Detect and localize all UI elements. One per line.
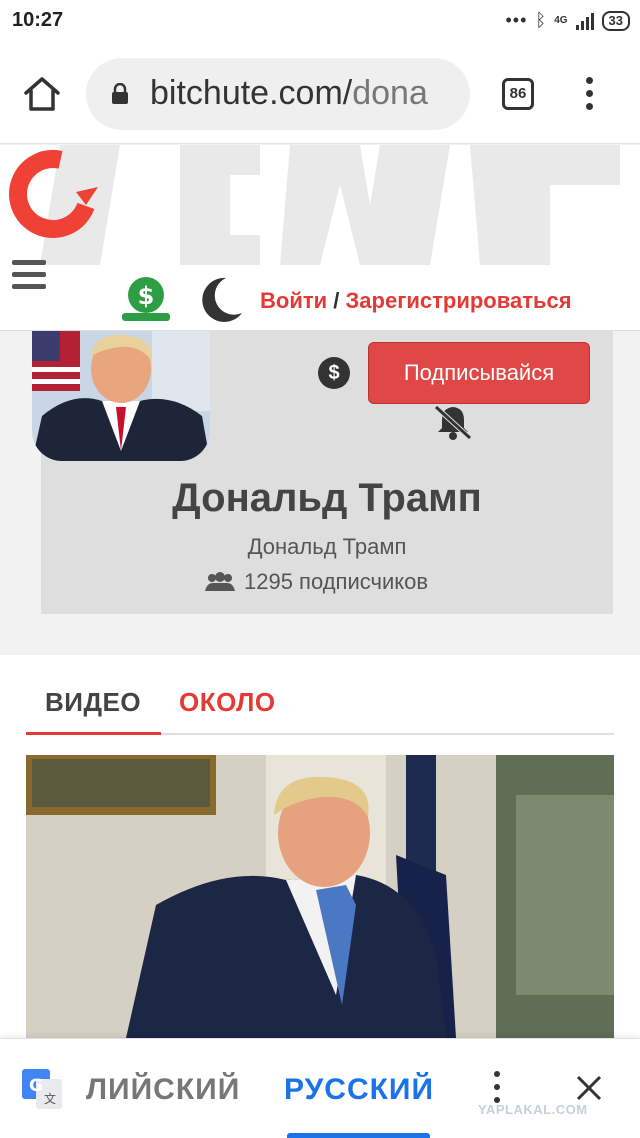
svg-text:G: G [29,1076,43,1096]
dots-icon: ••• [505,10,528,30]
dollar-icon[interactable]: $ [318,357,350,389]
more-vert-icon[interactable] [580,74,600,114]
network-type: 4G [554,15,568,26]
status-time: 10:27 [12,9,64,31]
login-link[interactable]: Войти [260,288,327,313]
video-thumbnail-image [26,755,614,1038]
status-bar: 10:27 ••• ᛒ 4G 33 [0,0,640,44]
bell-off-icon[interactable] [432,404,474,440]
signal-icon [575,12,594,30]
site-header: $ Войти / Зарегистрироваться [0,145,640,331]
auth-links: Войти / Зарегистрироваться [260,288,572,314]
target-language-indicator [287,1133,430,1138]
tab-video[interactable]: ВИДЕО [45,687,141,718]
video-thumbnail[interactable] [26,755,614,1038]
tab-switcher-button[interactable]: 86 [502,78,534,110]
battery-icon: 33 [601,10,630,31]
close-icon[interactable] [574,1073,604,1103]
tab-about[interactable]: ОКОЛО [179,687,276,718]
url-text: bitchute.com/dona [150,74,428,113]
moon-icon[interactable] [196,275,244,323]
subscribe-button[interactable]: Подписывайся [368,342,590,404]
auth-separator: / [327,288,346,313]
source-watermark: YAPLAKAL.COM [478,1102,588,1117]
bitchute-logo[interactable] [6,147,100,241]
status-icons: ••• ᛒ 4G 33 [505,10,630,31]
svg-text:$: $ [138,282,155,310]
subscriber-count: 1295 подписчиков [204,569,428,595]
url-domain: bitchute.com/ [150,74,353,112]
donate-icon[interactable]: $ [120,275,172,325]
url-path: dona [352,74,428,112]
address-bar[interactable]: bitchute.com/dona [86,58,470,130]
translate-more-icon[interactable] [488,1071,508,1105]
channel-avatar[interactable] [32,331,210,461]
channel-subtitle: Дональд Трамп [247,534,407,559]
bluetooth-icon: ᛒ [535,10,547,30]
target-language[interactable]: РУССКИЙ [284,1073,434,1107]
subscriber-count-text: 1295 подписчиков [244,569,429,594]
svg-text:文: 文 [44,1091,56,1106]
users-icon [205,572,235,591]
avatar-image [32,331,210,461]
lock-icon [112,83,128,104]
menu-icon[interactable] [12,260,46,290]
browser-toolbar: bitchute.com/dona 86 [0,44,640,144]
channel-name: Дональд Трамп [172,476,482,520]
translate-bar: G 文 ЛИЙСКИЙ РУССКИЙ YAPLAKAL.COM [0,1038,640,1138]
google-translate-icon[interactable]: G 文 [22,1069,62,1109]
home-icon[interactable] [22,74,62,114]
header-background-art [40,145,620,265]
register-link[interactable]: Зарегистрироваться [346,288,572,313]
active-tab-indicator [26,732,161,735]
source-language[interactable]: ЛИЙСКИЙ [86,1073,240,1107]
